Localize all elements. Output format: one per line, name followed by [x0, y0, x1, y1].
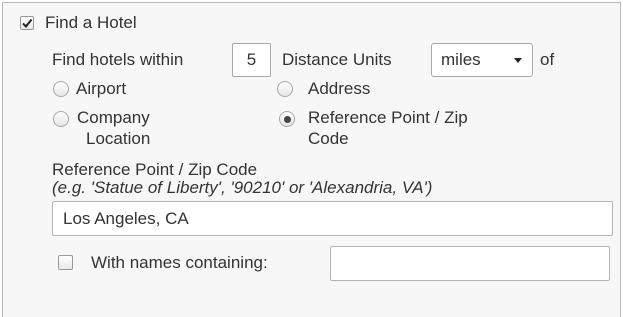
reference-point-input[interactable]: Los Angeles, CA — [52, 201, 613, 236]
company-location-label-line1[interactable]: Company — [77, 108, 150, 128]
names-containing-input[interactable] — [330, 246, 610, 281]
distance-input[interactable]: 5 — [232, 43, 271, 77]
distance-units-label: Distance Units — [282, 50, 392, 69]
names-containing-checkbox[interactable] — [58, 255, 73, 270]
reference-point-label-line1[interactable]: Reference Point / Zip — [308, 108, 468, 128]
dropdown-arrow-icon — [514, 58, 522, 63]
reference-field-hint: (e.g. 'Statue of Liberty', '90210' or 'A… — [52, 178, 433, 197]
checkmark-icon — [22, 18, 33, 29]
reference-point-radio[interactable] — [279, 111, 295, 127]
distance-units-select[interactable]: miles — [431, 43, 533, 77]
airport-label[interactable]: Airport — [76, 79, 126, 99]
reference-point-label-line2[interactable]: Code — [308, 129, 349, 149]
names-containing-label[interactable]: With names containing: — [91, 253, 268, 273]
find-hotel-label[interactable]: Find a Hotel — [45, 13, 137, 33]
distance-units-value: miles — [441, 50, 481, 69]
radio-selected-dot — [283, 115, 291, 123]
airport-radio[interactable] — [53, 81, 69, 97]
company-location-radio[interactable] — [53, 111, 69, 127]
find-within-label: Find hotels within — [52, 50, 184, 69]
reference-field-label: Reference Point / Zip Code — [52, 160, 258, 179]
address-radio[interactable] — [277, 81, 293, 97]
of-label: of — [540, 50, 555, 69]
address-label[interactable]: Address — [308, 79, 370, 99]
find-hotel-checkbox[interactable] — [20, 16, 34, 30]
company-location-label-line2[interactable]: Location — [86, 129, 150, 149]
